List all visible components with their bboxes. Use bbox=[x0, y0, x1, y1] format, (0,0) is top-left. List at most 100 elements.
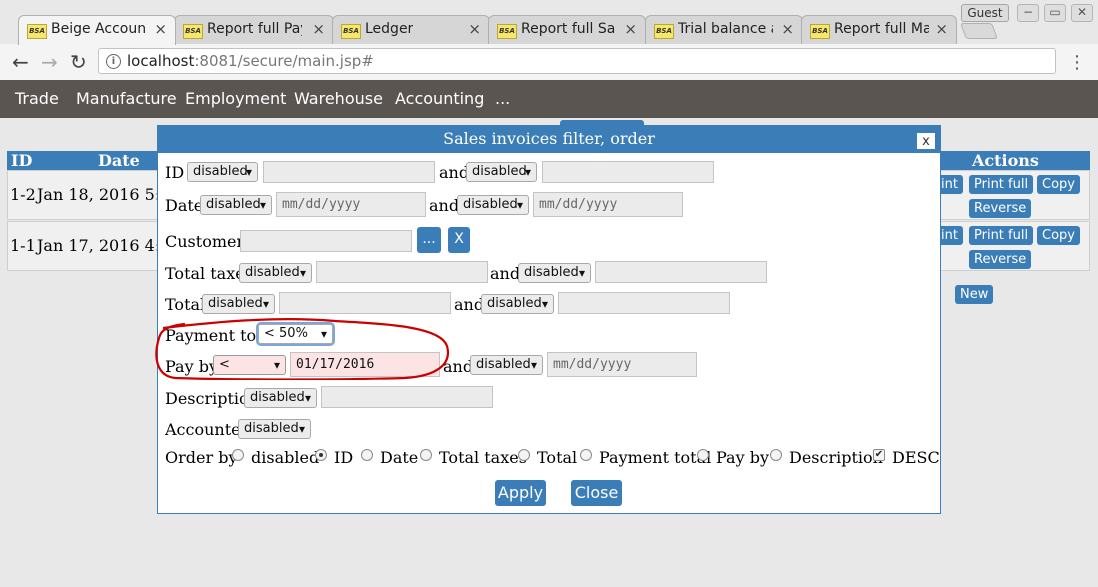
cell-id: 1-1 bbox=[10, 236, 36, 255]
total-op2-select[interactable]: disabled bbox=[481, 294, 554, 314]
dialog-title: Sales invoices filter, order bbox=[158, 126, 940, 153]
tab-label: Report full Payment bbox=[207, 21, 302, 37]
order-radio-payment-total[interactable] bbox=[580, 449, 592, 461]
nav-item-warehouse[interactable]: Warehouse bbox=[294, 89, 383, 108]
payment-total-select[interactable]: < 50% bbox=[256, 322, 335, 346]
customer-clear-button[interactable]: X bbox=[448, 227, 470, 253]
date-value2-input[interactable]: mm/dd/yyyy bbox=[533, 192, 683, 217]
browser-tab-3[interactable]: BSA Report full Sales × bbox=[488, 15, 646, 44]
label-pay-by: Pay by bbox=[165, 357, 218, 376]
total-taxes-value2-input[interactable] bbox=[595, 261, 767, 283]
close-button[interactable]: Close bbox=[571, 480, 622, 506]
tab-close-icon[interactable]: × bbox=[935, 20, 948, 38]
total-taxes-op2-select[interactable]: disabled bbox=[518, 263, 591, 283]
id-value1-input[interactable] bbox=[263, 161, 435, 183]
description-input[interactable] bbox=[321, 386, 493, 408]
copy-button[interactable]: Copy bbox=[1037, 175, 1080, 194]
browser-menu-icon[interactable]: ⋮ bbox=[1068, 52, 1086, 73]
nav-item-accounting[interactable]: Accounting bbox=[395, 89, 484, 108]
pay-by-op1-select[interactable]: < bbox=[213, 355, 286, 375]
reverse-button[interactable]: Reverse bbox=[969, 250, 1032, 269]
order-label-pay-by: Pay by bbox=[716, 448, 769, 467]
total-taxes-op1-select[interactable]: disabled bbox=[239, 263, 312, 283]
total-taxes-value1-input[interactable] bbox=[316, 261, 488, 283]
nav-item-manufacture[interactable]: Manufacture bbox=[76, 89, 177, 108]
label-total: Total bbox=[165, 295, 206, 314]
customer-pick-button[interactable]: ... bbox=[417, 227, 441, 253]
id-op1-select[interactable]: disabled bbox=[187, 162, 258, 182]
col-header-actions: Actions bbox=[972, 151, 1039, 170]
address-bar[interactable]: i localhost:8081/secure/main.jsp# bbox=[98, 48, 1056, 74]
nav-item-employment[interactable]: Employment bbox=[185, 89, 286, 108]
forward-arrow-icon[interactable]: → bbox=[41, 50, 58, 74]
pay-by-date1-input[interactable]: 01/17/2016 bbox=[290, 352, 440, 377]
order-radio-id[interactable] bbox=[315, 449, 327, 461]
browser-tab-0[interactable]: BSA Beige Accounting × bbox=[18, 15, 176, 45]
bsa-favicon-icon: BSA bbox=[183, 24, 203, 39]
app-nav-bar: Trade Manufacture Employment Warehouse A… bbox=[0, 80, 1098, 118]
info-icon[interactable]: i bbox=[106, 54, 121, 69]
nav-item-more[interactable]: ... bbox=[495, 89, 510, 108]
date-value1-input[interactable]: mm/dd/yyyy bbox=[276, 192, 426, 217]
dialog-close-x-button[interactable]: x bbox=[916, 132, 936, 150]
back-arrow-icon[interactable]: ← bbox=[12, 50, 29, 74]
maximize-icon[interactable]: ▭ bbox=[1044, 4, 1066, 22]
tab-close-icon[interactable]: × bbox=[468, 20, 481, 38]
id-value2-input[interactable] bbox=[542, 161, 714, 183]
sales-invoices-filter-dialog: Sales invoices filter, order x ID disabl… bbox=[157, 125, 941, 514]
url-host: localhost bbox=[127, 52, 195, 70]
description-op-select[interactable]: disabled bbox=[244, 388, 317, 408]
order-radio-pay-by[interactable] bbox=[697, 449, 709, 461]
id-op2-select[interactable]: disabled bbox=[466, 162, 537, 182]
tab-close-icon[interactable]: × bbox=[154, 20, 167, 38]
profile-guest-badge[interactable]: Guest bbox=[961, 4, 1009, 22]
label-order-by: Order by bbox=[165, 448, 238, 467]
new-tab-button[interactable] bbox=[960, 23, 998, 39]
col-header-id: ID bbox=[11, 151, 33, 170]
order-radio-total[interactable] bbox=[518, 449, 530, 461]
order-radio-disabled[interactable] bbox=[232, 449, 244, 461]
window-close-icon[interactable]: ✕ bbox=[1071, 4, 1093, 22]
tab-label: Report full Sales bbox=[521, 21, 616, 37]
date-op1-select[interactable]: disabled bbox=[200, 195, 272, 215]
reverse-button[interactable]: Reverse bbox=[969, 199, 1032, 218]
pay-by-date2-input[interactable]: mm/dd/yyyy bbox=[547, 352, 697, 377]
browser-tab-4[interactable]: BSA Trial balance at × bbox=[645, 15, 803, 44]
browser-tabstrip: BSA Beige Accounting × BSA Report full P… bbox=[0, 0, 1098, 45]
accounted-select[interactable]: disabled bbox=[238, 419, 311, 439]
minimize-icon[interactable]: − bbox=[1017, 4, 1039, 22]
customer-input[interactable] bbox=[240, 230, 412, 252]
tab-close-icon[interactable]: × bbox=[781, 20, 794, 38]
cell-id: 1-2 bbox=[10, 185, 36, 204]
browser-tab-1[interactable]: BSA Report full Payment × bbox=[174, 15, 334, 44]
nav-item-trade[interactable]: Trade bbox=[15, 89, 59, 108]
bsa-favicon-icon: BSA bbox=[27, 24, 47, 39]
order-radio-total-taxes[interactable] bbox=[420, 449, 432, 461]
tab-label: Report full Manufacture bbox=[834, 21, 929, 37]
order-label-payment-total: Payment total bbox=[599, 448, 712, 467]
print-full-button[interactable]: Print full bbox=[969, 226, 1034, 245]
total-value1-input[interactable] bbox=[279, 292, 451, 314]
copy-button[interactable]: Copy bbox=[1037, 226, 1080, 245]
new-button[interactable]: New bbox=[955, 285, 994, 304]
browser-tab-5[interactable]: BSA Report full Manufacture × bbox=[801, 15, 957, 44]
tab-close-icon[interactable]: × bbox=[312, 20, 325, 38]
reload-icon[interactable]: ↻ bbox=[70, 50, 87, 74]
order-label-id: ID bbox=[334, 448, 354, 467]
apply-button[interactable]: Apply bbox=[495, 480, 546, 506]
pay-by-op2-select[interactable]: disabled bbox=[470, 355, 543, 375]
browser-tab-2[interactable]: BSA Ledger × bbox=[332, 15, 490, 44]
label-and: and bbox=[443, 357, 474, 376]
tab-label: Beige Accounting bbox=[51, 21, 146, 37]
total-op1-select[interactable]: disabled bbox=[202, 294, 275, 314]
order-radio-description[interactable] bbox=[770, 449, 782, 461]
total-value2-input[interactable] bbox=[558, 292, 730, 314]
bsa-favicon-icon: BSA bbox=[810, 24, 830, 39]
date-op2-select[interactable]: disabled bbox=[457, 195, 529, 215]
order-radio-date[interactable] bbox=[361, 449, 373, 461]
desc-checkbox[interactable]: ✔ bbox=[873, 449, 885, 461]
tab-close-icon[interactable]: × bbox=[624, 20, 637, 38]
print-full-button[interactable]: Print full bbox=[969, 175, 1034, 194]
col-header-date: Date bbox=[98, 151, 140, 170]
bsa-favicon-icon: BSA bbox=[497, 24, 517, 39]
